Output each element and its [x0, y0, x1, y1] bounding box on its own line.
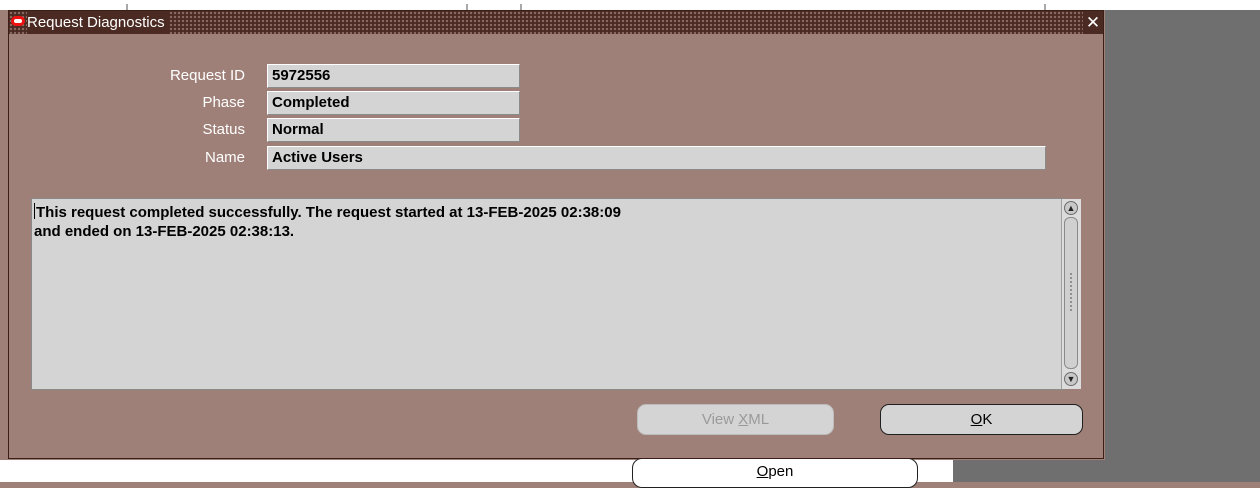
oracle-logo-icon: [11, 16, 25, 26]
phase-label: Phase: [202, 94, 245, 111]
completion-message-textarea[interactable]: This request completed successfully. The…: [31, 198, 1065, 390]
phase-field[interactable]: Completed: [267, 91, 520, 115]
close-icon[interactable]: ✕: [1083, 11, 1103, 34]
message-scrollbar[interactable]: ▲ ▼: [1061, 199, 1081, 389]
text-caret: [34, 203, 35, 219]
name-label: Name: [204, 149, 245, 166]
grip-icon: [1069, 272, 1073, 312]
status-field[interactable]: Normal: [267, 118, 520, 142]
request-id-field[interactable]: 5972556: [267, 64, 520, 88]
request-diagnostics-dialog: Request Diagnostics ✕ Request ID 5972556…: [8, 10, 1104, 459]
open-mnemonic: O: [756, 463, 769, 480]
request-id-label: Request ID: [169, 67, 245, 84]
desktop-background: [1105, 10, 1260, 482]
name-field[interactable]: Active Users: [267, 146, 1046, 170]
dialog-title: Request Diagnostics: [27, 11, 169, 34]
chevron-up-icon[interactable]: ▲: [1064, 201, 1078, 215]
background-open-button[interactable]: Open: [632, 458, 918, 488]
view-xml-button[interactable]: View XML: [637, 404, 834, 435]
view-xml-mnemonic: X: [738, 411, 749, 428]
ok-mnemonic: O: [970, 411, 983, 428]
scroll-thumb[interactable]: [1064, 217, 1078, 369]
chevron-down-icon[interactable]: ▼: [1064, 372, 1078, 386]
dialog-titlebar[interactable]: Request Diagnostics ✕: [9, 11, 1103, 34]
status-label: Status: [202, 121, 245, 138]
desktop-background: [953, 460, 1260, 482]
message-line-1: This request completed successfully. The…: [34, 203, 621, 221]
ok-button[interactable]: OK: [880, 404, 1083, 435]
message-line-2: and ended on 13-FEB-2025 02:38:13.: [34, 223, 295, 240]
background-window-edge: [0, 0, 1260, 10]
